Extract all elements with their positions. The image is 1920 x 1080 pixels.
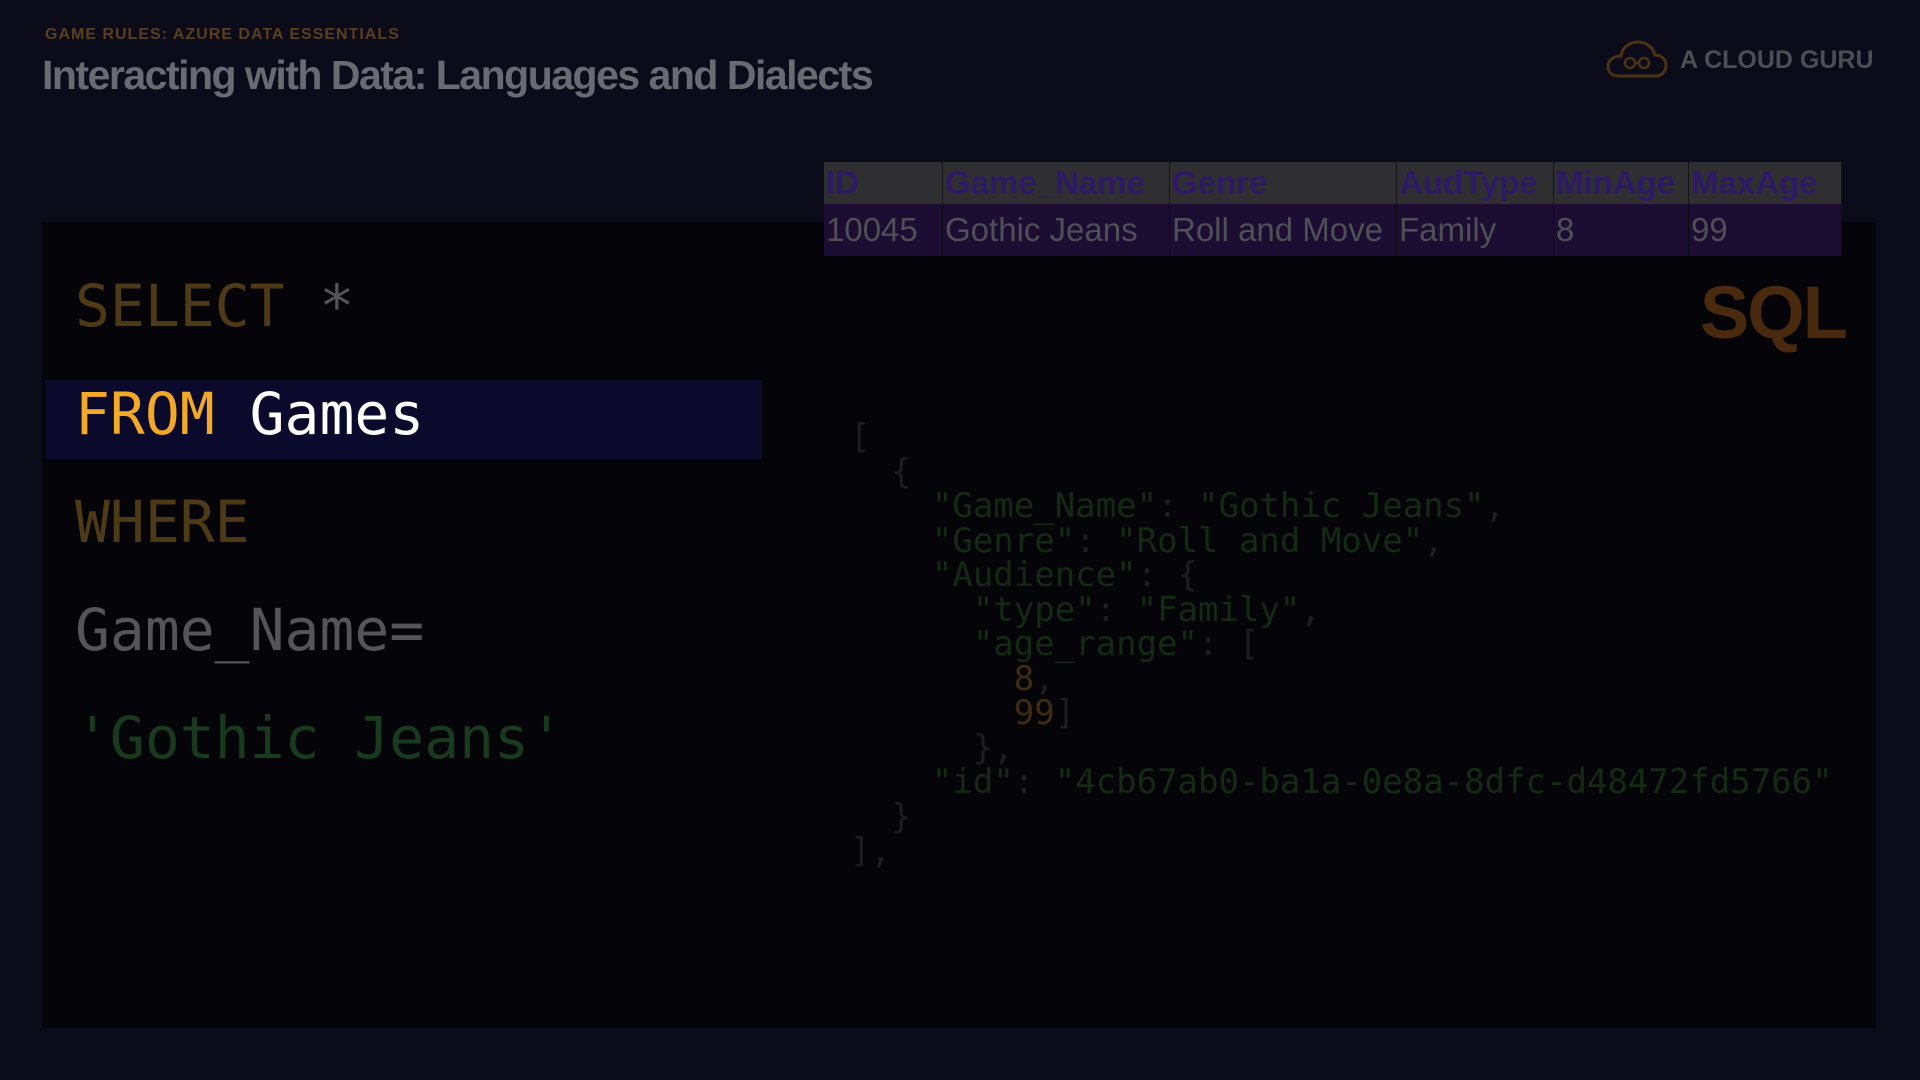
column-header: Genre xyxy=(1169,162,1397,204)
column-header: Game_Name xyxy=(942,162,1170,204)
table-cell: Family xyxy=(1396,204,1554,256)
query-line-select: SELECT * xyxy=(75,268,354,344)
column-header: ID xyxy=(824,162,943,204)
json-number: 99 xyxy=(1013,693,1055,733)
json-value: "Roll and Move" xyxy=(1116,520,1424,561)
json-value: "4cb67ab0-ba1a-0e8a-8dfc-d48472fd5766" xyxy=(1054,762,1833,802)
json-document: [ { "Game_Name": "Gothic Jeans", "Genre"… xyxy=(850,417,1833,871)
from-table: Games xyxy=(214,380,425,448)
table-cell: 99 xyxy=(1688,204,1842,256)
select-keyword: SELECT xyxy=(75,272,285,340)
column-header: MinAge xyxy=(1553,162,1689,204)
page-title: Interacting with Data: Languages and Dia… xyxy=(42,52,874,98)
where-keyword: WHERE xyxy=(75,488,250,556)
select-star: * xyxy=(284,272,355,340)
query-line-value: 'Gothic Jeans' xyxy=(75,700,564,776)
table-cell: 8 xyxy=(1553,204,1689,256)
from-keyword: FROM xyxy=(75,380,215,448)
json-key: "age_range" xyxy=(972,624,1198,664)
brand-logo: A CLOUD GURU xyxy=(1604,38,1874,82)
table-row: 10045 Gothic Jeans Roll and Move Family … xyxy=(824,204,1842,256)
query-line-from: FROM Games xyxy=(75,376,424,452)
course-eyebrow: GAME RULES: AZURE DATA ESSENTIALS xyxy=(45,26,400,43)
cloud-logo-icon xyxy=(1606,40,1668,78)
brand-name: A CLOUD GURU xyxy=(1680,45,1874,74)
query-line-where: WHERE xyxy=(75,484,250,560)
table-cell: Roll and Move xyxy=(1169,204,1397,256)
table-cell: Gothic Jeans xyxy=(942,204,1170,256)
table-cell: 10045 xyxy=(824,204,943,256)
column-header: MaxAge xyxy=(1688,162,1842,204)
json-open-object: { xyxy=(850,451,912,492)
table-header-row: ID Game_Name Genre AudType MinAge MaxAge xyxy=(824,162,1842,204)
query-line-condition: Game_Name= xyxy=(75,592,424,668)
where-value: 'Gothic Jeans' xyxy=(75,704,564,772)
result-table: ID Game_Name Genre AudType MinAge MaxAge… xyxy=(824,162,1842,256)
json-key: "id" xyxy=(931,762,1014,802)
column-header: AudType xyxy=(1396,162,1554,204)
sql-label: SQL xyxy=(1699,271,1848,354)
json-close-array: ], xyxy=(850,831,891,871)
where-condition: Game_Name= xyxy=(75,596,425,664)
